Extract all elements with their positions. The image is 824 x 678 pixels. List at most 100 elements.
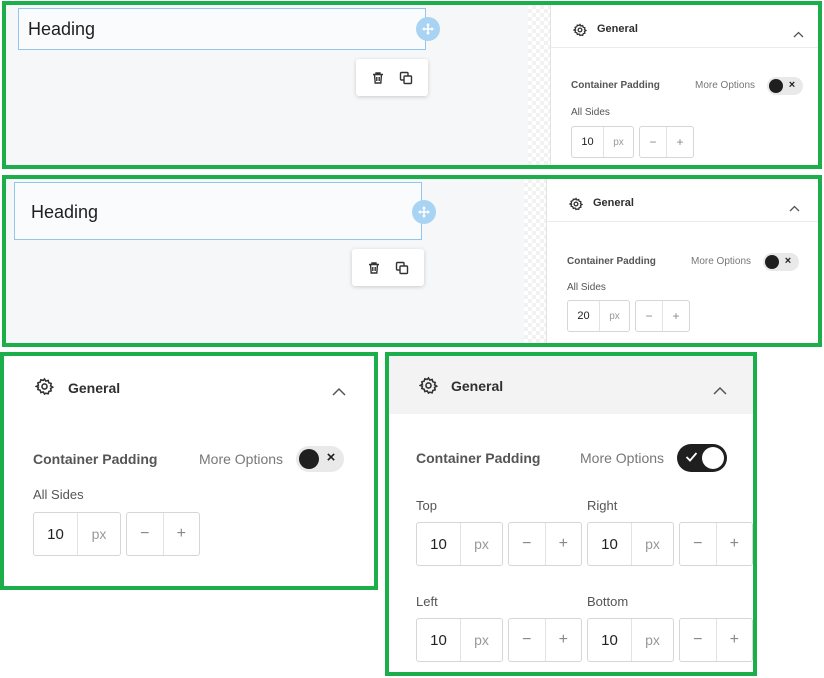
duplicate-icon[interactable]	[392, 258, 412, 278]
editor-frame-2: Heading General Container Padding More O…	[2, 175, 822, 347]
padding-top-value[interactable]: 10	[417, 523, 461, 565]
gear-icon	[568, 197, 584, 216]
panel-title: General	[68, 380, 121, 396]
increment-button[interactable]: +	[715, 619, 753, 661]
increment-button[interactable]: +	[666, 127, 693, 157]
panel-title: General	[451, 378, 504, 394]
all-sides-label: All Sides	[567, 282, 606, 293]
gear-icon	[572, 23, 588, 42]
padding-bottom-stepper: − +	[679, 618, 753, 662]
more-options-toggle[interactable]: ×	[767, 77, 803, 95]
padding-right-value[interactable]: 10	[588, 523, 632, 565]
decrement-button[interactable]: −	[680, 523, 716, 565]
panel-expanded-options: General Container Padding More Options T…	[385, 352, 757, 676]
left-label: Left	[416, 594, 438, 609]
padding-bottom-input[interactable]: 10 px	[587, 618, 674, 662]
container-padding-label: Container Padding	[567, 256, 656, 267]
element-toolbar	[356, 59, 428, 96]
decrement-button[interactable]: −	[509, 619, 545, 661]
editor-frame-1: Heading General Container Padding More O…	[2, 1, 822, 169]
padding-stepper: − +	[639, 126, 694, 158]
canvas-gutter	[528, 5, 552, 165]
trash-icon[interactable]	[364, 258, 384, 278]
unit-label[interactable]: px	[632, 523, 673, 565]
padding-value[interactable]: 10	[34, 513, 78, 555]
increment-button[interactable]: +	[544, 619, 582, 661]
padding-value[interactable]: 20	[568, 301, 600, 331]
gear-icon	[34, 377, 55, 401]
more-options-label: More Options	[580, 450, 665, 466]
right-label: Right	[587, 498, 618, 513]
padding-top-input[interactable]: 10 px	[416, 522, 503, 566]
padding-top-stepper: − +	[508, 522, 582, 566]
heading-text: Heading	[28, 19, 96, 39]
padding-left-stepper: − +	[508, 618, 582, 662]
padding-left-value[interactable]: 10	[417, 619, 461, 661]
heading-text: Heading	[31, 202, 99, 222]
unit-label[interactable]: px	[632, 619, 673, 661]
canvas-gutter	[524, 179, 548, 343]
padding-all-input[interactable]: 10 px	[33, 512, 121, 556]
move-icon[interactable]	[416, 17, 440, 41]
panel-collapsed-options: General Container Padding More Options ×…	[0, 352, 378, 590]
container-padding-label: Container Padding	[416, 450, 541, 466]
container-padding-label: Container Padding	[33, 451, 158, 467]
padding-bottom-value[interactable]: 10	[588, 619, 632, 661]
heading-element[interactable]: Heading	[18, 8, 426, 50]
more-options-label: More Options	[695, 80, 756, 91]
padding-stepper: − +	[635, 300, 690, 332]
settings-panel: General Container Padding More Options ×…	[546, 179, 818, 343]
padding-value[interactable]: 10	[572, 127, 604, 157]
check-icon	[685, 450, 698, 468]
padding-right-input[interactable]: 10 px	[587, 522, 674, 566]
more-options-toggle[interactable]: ×	[763, 253, 799, 271]
bottom-label: Bottom	[587, 594, 629, 609]
panel-title: General	[597, 23, 638, 35]
close-icon: ×	[784, 255, 792, 267]
unit-label[interactable]: px	[604, 127, 633, 157]
all-sides-label: All Sides	[571, 107, 610, 118]
more-options-toggle[interactable]	[677, 444, 727, 472]
more-options-label: More Options	[691, 256, 752, 267]
top-label: Top	[416, 498, 437, 513]
unit-label[interactable]: px	[461, 523, 502, 565]
close-icon: ×	[788, 79, 796, 91]
trash-icon[interactable]	[368, 68, 388, 88]
gear-icon	[418, 376, 439, 400]
panel-header[interactable]: General	[551, 12, 818, 48]
chevron-up-icon[interactable]	[789, 199, 800, 217]
padding-left-input[interactable]: 10 px	[416, 618, 503, 662]
decrement-button[interactable]: −	[680, 619, 716, 661]
element-toolbar	[352, 249, 424, 286]
increment-button[interactable]: +	[544, 523, 582, 565]
increment-button[interactable]: +	[715, 523, 753, 565]
all-sides-label: All Sides	[33, 487, 84, 502]
unit-label[interactable]: px	[78, 513, 120, 555]
chevron-up-icon[interactable]	[713, 382, 727, 400]
increment-button[interactable]: +	[662, 301, 689, 331]
panel-header[interactable]: General	[547, 186, 818, 222]
decrement-button[interactable]: −	[640, 127, 666, 157]
move-icon[interactable]	[412, 200, 436, 224]
more-options-toggle[interactable]: ×	[296, 446, 344, 472]
decrement-button[interactable]: −	[636, 301, 662, 331]
more-options-label: More Options	[199, 451, 284, 467]
chevron-up-icon[interactable]	[793, 25, 804, 43]
panel-title: General	[593, 197, 634, 209]
settings-panel: General Container Padding More Options ×…	[550, 5, 818, 165]
decrement-button[interactable]: −	[127, 513, 163, 555]
decrement-button[interactable]: −	[509, 523, 545, 565]
chevron-up-icon[interactable]	[332, 383, 346, 401]
heading-element[interactable]: Heading	[14, 182, 422, 240]
duplicate-icon[interactable]	[396, 68, 416, 88]
padding-all-input[interactable]: 20 px	[567, 300, 630, 332]
panel-header[interactable]: General	[389, 356, 753, 414]
unit-label[interactable]: px	[461, 619, 502, 661]
increment-button[interactable]: +	[162, 513, 200, 555]
padding-right-stepper: − +	[679, 522, 753, 566]
container-padding-label: Container Padding	[571, 80, 660, 91]
unit-label[interactable]: px	[600, 301, 629, 331]
padding-stepper: − +	[126, 512, 200, 556]
close-icon: ×	[326, 449, 336, 466]
padding-all-input[interactable]: 10 px	[571, 126, 634, 158]
